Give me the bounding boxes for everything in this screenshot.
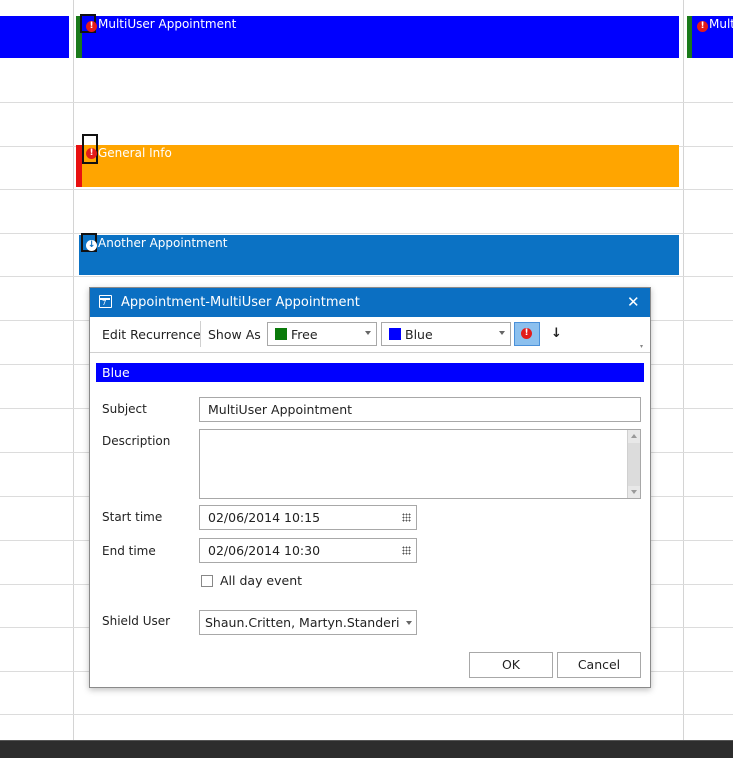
chevron-down-icon [406,621,412,625]
start-time-picker[interactable]: 02/06/2014 10:15 [199,505,417,530]
toolbar-separator [200,321,201,347]
select-arrow-area [402,611,416,634]
description-label: Description [102,434,171,448]
end-time-label: End time [102,544,156,558]
taskbar [0,741,733,758]
appointment-another[interactable]: ↓ Another Appointment [76,233,679,275]
grid-row-line [0,714,733,715]
appointment-status-strip [76,235,79,275]
shield-user-value: Shaun.Critten, Martyn.Standeri [205,615,400,630]
scroll-down-icon[interactable] [631,490,637,494]
scroll-up-icon[interactable] [631,434,637,438]
show-as-select[interactable]: Free [267,322,377,346]
category-bar: Blue [96,363,644,382]
subject-input[interactable]: MultiUser Appointment [199,397,641,422]
appointment-title: MultiUser Appointment [98,17,237,31]
start-time-label: Start time [102,510,163,524]
all-day-checkbox[interactable] [201,575,213,587]
alert-icon: ! [86,21,97,32]
description-scrollbar[interactable] [627,430,640,498]
category-swatch [389,328,401,340]
scroll-thumb[interactable] [628,443,640,486]
alert-icon: ! [697,21,708,32]
subject-label: Subject [102,402,147,416]
show-as-swatch [275,328,287,340]
description-textarea[interactable] [199,429,641,499]
end-time-value: 02/06/2014 10:30 [208,543,321,558]
shield-user-select[interactable]: Shaun.Critten, Martyn.Standeri [199,610,417,635]
high-importance-toggle[interactable]: ! [514,322,540,346]
dialog-toolbar: Edit Recurrence Show As Free Blue ! ↓ ▾ [90,317,650,353]
appointment-partial-right[interactable]: ! Mult [687,16,733,58]
all-day-label: All day event [220,573,303,588]
datetime-picker-icon[interactable] [402,513,411,522]
grid-row-line [0,102,733,103]
alert-icon: ! [521,328,532,339]
show-as-label: Show As [208,327,261,342]
appointment-dialog: 7 Appointment-MultiUser Appointment ✕ Ed… [89,287,651,688]
edit-recurrence-button[interactable]: Edit Recurrence [102,327,201,342]
grid-column-divider [73,0,74,740]
end-time-picker[interactable]: 02/06/2014 10:30 [199,538,417,563]
grid-row-line [0,189,733,190]
ok-button[interactable]: OK [469,652,553,678]
category-value: Blue [405,327,433,342]
appointment-partial-left[interactable] [0,16,69,58]
appointment-status-strip [687,16,692,58]
appointment-general-info[interactable]: ! General Info [76,134,679,187]
category-select[interactable]: Blue [381,322,511,346]
category-bar-label: Blue [102,365,130,380]
start-time-value: 02/06/2014 10:15 [208,510,321,525]
down-arrow-icon: ↓ [86,240,97,251]
datetime-picker-icon[interactable] [402,546,411,555]
grid-row-line [0,233,733,234]
toolbar-overflow-icon[interactable]: ▾ [640,343,643,350]
subject-value: MultiUser Appointment [208,402,353,417]
appointment-title: Mult [709,17,733,31]
grid-column-divider [683,0,684,740]
close-icon[interactable]: ✕ [627,293,640,311]
grid-row-line [0,276,733,277]
appointment-multiuser[interactable]: ! MultiUser Appointment [76,14,679,58]
calendar-icon: 7 [99,295,112,308]
appointment-title: General Info [98,146,172,160]
chevron-down-icon [499,331,505,335]
shield-user-label: Shield User [102,614,171,628]
dialog-title-bar[interactable]: 7 Appointment-MultiUser Appointment ✕ [90,288,650,317]
show-as-value: Free [291,327,318,342]
cancel-button[interactable]: Cancel [557,652,641,678]
low-importance-arrow-icon[interactable]: ↓ [551,326,562,341]
dialog-title: Appointment-MultiUser Appointment [121,295,360,310]
chevron-down-icon [365,331,371,335]
appointment-title: Another Appointment [98,236,228,250]
alert-icon: ! [86,148,97,159]
